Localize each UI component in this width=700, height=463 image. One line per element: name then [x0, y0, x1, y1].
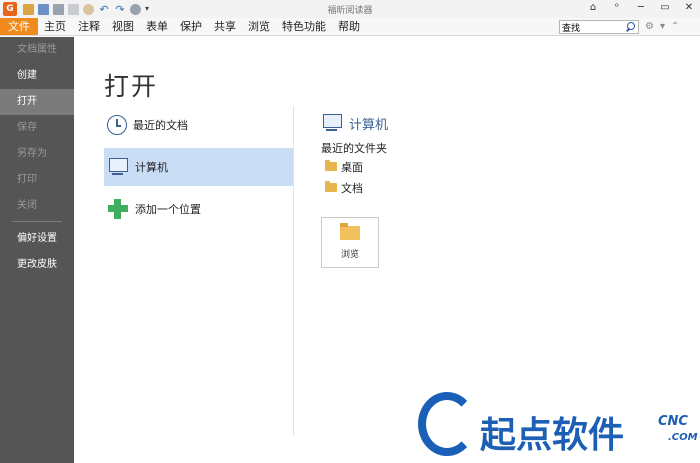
- menu-file[interactable]: 文件: [0, 18, 38, 35]
- sidebar-item-create[interactable]: 创建: [0, 63, 74, 89]
- pane-divider: [293, 106, 294, 436]
- maximize-button[interactable]: ▭: [658, 2, 672, 14]
- menu-browse[interactable]: 浏览: [242, 18, 276, 35]
- search-input[interactable]: [560, 21, 626, 33]
- location-label: 添加一个位置: [135, 203, 201, 216]
- open-panel: 打开 最近的文档 计算机 添加一个位置 计算机 最近的文件夹 桌面 文档 浏览: [74, 37, 700, 463]
- location-label: 最近的文档: [133, 119, 188, 132]
- browse-button[interactable]: 浏览: [321, 217, 379, 268]
- search-icon[interactable]: [626, 22, 636, 32]
- location-recent-documents[interactable]: 最近的文档: [104, 106, 293, 144]
- location-computer[interactable]: 计算机: [104, 148, 293, 186]
- computer-icon: [321, 112, 343, 134]
- backstage-sidebar: 文档属性 创建 打开 保存 另存为 打印 关闭 偏好设置 更改皮肤: [0, 37, 74, 463]
- menu-share[interactable]: 共享: [208, 18, 242, 35]
- folder-icon: [325, 181, 337, 192]
- chevron-down-icon[interactable]: ▾: [660, 21, 665, 33]
- sidebar-item-change-skin[interactable]: 更改皮肤: [0, 252, 74, 278]
- computer-pane: 计算机 最近的文件夹 桌面 文档 浏览: [321, 112, 621, 268]
- pane-heading-label: 计算机: [349, 117, 389, 133]
- sidebar-item-print[interactable]: 打印: [0, 167, 74, 193]
- page-title: 打开: [104, 72, 159, 101]
- recent-folder-documents[interactable]: 文档: [321, 177, 621, 198]
- folder-label: 桌面: [341, 160, 363, 174]
- sidebar-item-open[interactable]: 打开: [0, 89, 74, 115]
- folder-label: 文档: [341, 181, 363, 195]
- menu-comment[interactable]: 注释: [72, 18, 106, 35]
- skin-icon[interactable]: ᵒ: [610, 2, 624, 14]
- pane-heading: 计算机: [321, 112, 621, 134]
- ribbon-collapse-icon[interactable]: ⌃: [671, 21, 679, 33]
- sidebar-item-close[interactable]: 关闭: [0, 193, 74, 219]
- plus-icon: [107, 198, 129, 220]
- window-controls: ⌂ ᵒ ─ ▭ ✕: [586, 2, 696, 14]
- sidebar-item-save[interactable]: 保存: [0, 115, 74, 141]
- folder-open-icon: [340, 222, 360, 240]
- close-button[interactable]: ✕: [682, 2, 696, 14]
- location-label: 计算机: [135, 161, 168, 174]
- settings-icon[interactable]: ⚙: [645, 21, 654, 33]
- title-bar: G ↶ ↷ ▾ 福昕阅读器 ⌂ ᵒ ─ ▭ ✕: [0, 0, 700, 18]
- computer-icon: [107, 156, 129, 178]
- minimize-button[interactable]: ─: [634, 2, 648, 14]
- browse-label: 浏览: [340, 249, 359, 260]
- sidebar-item-save-as[interactable]: 另存为: [0, 141, 74, 167]
- menu-home[interactable]: 主页: [38, 18, 72, 35]
- home-icon[interactable]: ⌂: [586, 2, 600, 14]
- location-list: 最近的文档 计算机 添加一个位置: [104, 106, 293, 232]
- recent-folders-label: 最近的文件夹: [321, 142, 387, 155]
- folder-icon: [325, 160, 337, 171]
- menu-features[interactable]: 特色功能: [276, 18, 332, 35]
- clock-icon: [107, 115, 127, 135]
- extra-tools: ⚙ ▾ ⌃: [645, 21, 679, 33]
- menu-protect[interactable]: 保护: [174, 18, 208, 35]
- sidebar-item-properties[interactable]: 文档属性: [0, 37, 74, 63]
- location-add-place[interactable]: 添加一个位置: [104, 190, 293, 228]
- menu-view[interactable]: 视图: [106, 18, 140, 35]
- menu-bar: 文件 主页 注释 视图 表单 保护 共享 浏览 特色功能 帮助 ⚙ ▾ ⌃: [0, 18, 700, 36]
- menu-help[interactable]: 帮助: [332, 18, 366, 35]
- menu-form[interactable]: 表单: [140, 18, 174, 35]
- search-box: [559, 20, 639, 34]
- recent-folder-desktop[interactable]: 桌面: [321, 156, 621, 177]
- sidebar-item-preferences[interactable]: 偏好设置: [0, 226, 74, 252]
- sidebar-divider: [12, 221, 62, 222]
